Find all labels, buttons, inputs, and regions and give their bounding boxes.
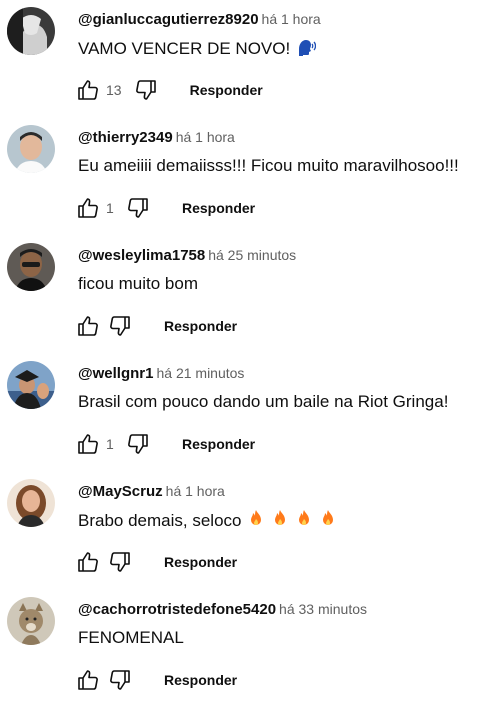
comment-text-content: Eu ameiiii demaiisss!!! Ficou muito mara… [78, 156, 459, 175]
comment-item: @MayScruz há 1 hora Brabo demais, seloco Re… [0, 472, 496, 590]
fire-emoji-icon [295, 509, 313, 535]
fire-emoji-icon [271, 509, 289, 535]
author-name[interactable]: @cachorrotristedefone5420 [78, 601, 276, 618]
avatar[interactable] [7, 479, 55, 527]
avatar[interactable] [7, 597, 55, 645]
reply-button[interactable]: Responder [170, 194, 267, 222]
timestamp[interactable]: há 33 minutos [279, 601, 367, 617]
author-name[interactable]: @gianluccagutierrez8920 [78, 11, 259, 28]
comment-header: @MayScruz há 1 hora [78, 482, 225, 501]
reply-button[interactable]: Responder [152, 312, 249, 340]
comment-item: @gianluccagutierrez8920 há 1 hora VAMO VEN… [0, 0, 496, 118]
author-name[interactable]: @thierry2349 [78, 129, 173, 146]
comment-header: @cachorrotristedefone5420 há 33 minutos [78, 600, 367, 619]
reply-button[interactable]: Responder [178, 76, 275, 104]
like-button[interactable] [72, 664, 104, 696]
thumbs-down-icon [108, 550, 132, 574]
dislike-button[interactable] [104, 546, 136, 578]
comment-item: @thierry2349 há 1 hora Eu ameiiii demaiiss… [0, 118, 496, 236]
comment-actions: 13 Responder [72, 74, 275, 106]
like-button[interactable] [72, 74, 104, 106]
reply-button[interactable]: Responder [152, 666, 249, 694]
comment-header: @wesleylima1758 há 25 minutos [78, 246, 296, 265]
dislike-button[interactable] [122, 192, 154, 224]
author-name[interactable]: @wesleylima1758 [78, 247, 205, 264]
comment-text: ficou muito bom [78, 273, 198, 295]
thumbs-up-icon [76, 78, 100, 102]
like-button[interactable] [72, 192, 104, 224]
thumbs-down-icon [108, 314, 132, 338]
speaking-head-emoji-icon [296, 37, 317, 63]
dislike-button[interactable] [104, 664, 136, 696]
timestamp[interactable]: há 25 minutos [208, 247, 296, 263]
thumbs-up-icon [76, 432, 100, 456]
avatar[interactable] [7, 361, 55, 409]
author-name[interactable]: @MayScruz [78, 483, 163, 500]
like-count: 13 [106, 82, 122, 98]
comment-actions: Responder [72, 310, 249, 342]
comment-actions: Responder [72, 546, 249, 578]
comment-text-content: FENOMENAL [78, 628, 184, 647]
comment-text: Brabo demais, seloco [78, 509, 337, 535]
dislike-button[interactable] [130, 74, 162, 106]
comment-header: @gianluccagutierrez8920 há 1 hora [78, 10, 321, 29]
thumbs-up-icon [76, 196, 100, 220]
timestamp[interactable]: há 21 minutos [156, 365, 244, 381]
avatar[interactable] [7, 7, 55, 55]
avatar[interactable] [7, 243, 55, 291]
like-count: 1 [106, 200, 114, 216]
thumbs-down-icon [108, 668, 132, 692]
thumbs-up-icon [76, 550, 100, 574]
timestamp[interactable]: há 1 hora [262, 11, 321, 27]
comment-item: @wellgnr1 há 21 minutos Brasil com pouco d… [0, 354, 496, 472]
avatar[interactable] [7, 125, 55, 173]
comment-text: FENOMENAL [78, 627, 184, 649]
comment-text-content: ficou muito bom [78, 274, 198, 293]
comment-item: @wesleylima1758 há 25 minutos ficou muito … [0, 236, 496, 354]
comment-actions: 1 Responder [72, 192, 267, 224]
author-name[interactable]: @wellgnr1 [78, 365, 153, 382]
comment-item: @cachorrotristedefone5420 há 33 minutos FE… [0, 590, 496, 708]
like-button[interactable] [72, 310, 104, 342]
comment-text-content: Brasil com pouco dando um baile na Riot … [78, 392, 449, 411]
fire-emoji-icon [247, 509, 265, 535]
comment-text-content: Brabo demais, seloco [78, 511, 242, 530]
reply-button[interactable]: Responder [170, 430, 267, 458]
comment-text: VAMO VENCER DE NOVO! [78, 37, 317, 63]
comment-header: @thierry2349 há 1 hora [78, 128, 235, 147]
comment-actions: 1 Responder [72, 428, 267, 460]
thumbs-down-icon [134, 78, 158, 102]
like-button[interactable] [72, 428, 104, 460]
thumbs-up-icon [76, 668, 100, 692]
comment-text-content: VAMO VENCER DE NOVO! [78, 39, 291, 58]
like-count: 1 [106, 436, 114, 452]
thumbs-down-icon [126, 196, 150, 220]
comment-text: Brasil com pouco dando um baile na Riot … [78, 391, 448, 413]
comment-text: Eu ameiiii demaiisss!!! Ficou muito mara… [78, 155, 459, 177]
reply-button[interactable]: Responder [152, 548, 249, 576]
comment-header: @wellgnr1 há 21 minutos [78, 364, 244, 383]
comment-actions: Responder [72, 664, 249, 696]
like-button[interactable] [72, 546, 104, 578]
fire-emoji-icon [319, 509, 337, 535]
timestamp[interactable]: há 1 hora [166, 483, 225, 499]
dislike-button[interactable] [104, 310, 136, 342]
thumbs-down-icon [126, 432, 150, 456]
dislike-button[interactable] [122, 428, 154, 460]
timestamp[interactable]: há 1 hora [176, 129, 235, 145]
thumbs-up-icon [76, 314, 100, 338]
